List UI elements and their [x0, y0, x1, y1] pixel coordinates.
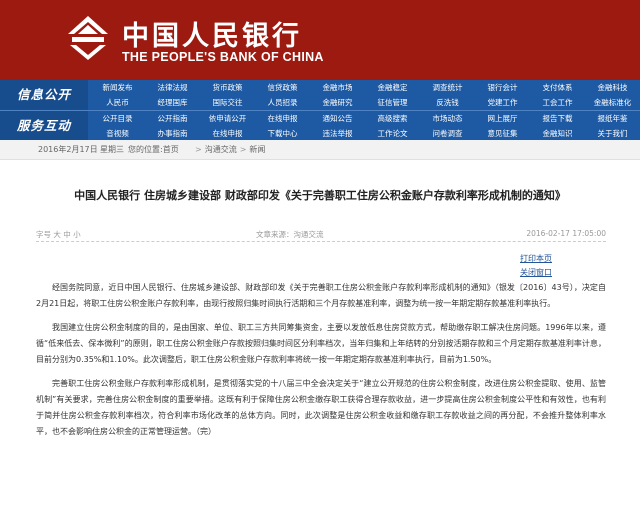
- nav-item[interactable]: 支付体系: [530, 80, 585, 95]
- nav-item[interactable]: 依申请公开: [200, 111, 255, 126]
- breadcrumb-separator: >: [195, 145, 202, 154]
- breadcrumb-separator: >: [239, 145, 247, 154]
- current-date: 2016年2月17日: [38, 145, 98, 154]
- nav-item[interactable]: 公开指南: [145, 111, 200, 126]
- site-header: 中国人民银行 THE PEOPLE'S BANK OF CHINA: [0, 0, 640, 80]
- nav-item[interactable]: 违法举报: [310, 126, 365, 141]
- main-nav: 信息公开 新闻发布 法律法规 货币政策 信贷政策 金融市场 金融稳定 调查统计 银行会计 支付体…: [0, 80, 640, 141]
- brand-name-cn[interactable]: 中国人民银行: [122, 14, 302, 53]
- breadcrumb-level2[interactable]: 新闻: [249, 145, 265, 154]
- breadcrumb-home[interactable]: 您的位置:首页: [128, 140, 179, 160]
- nav-item[interactable]: 信贷政策: [255, 80, 310, 95]
- nav-item[interactable]: 金融研究: [310, 95, 365, 110]
- brand-name-en: THE PEOPLE'S BANK OF CHINA: [122, 50, 324, 64]
- nav-item[interactable]: 市场动态: [420, 111, 475, 126]
- nav-item[interactable]: 音视频: [90, 126, 145, 141]
- nav-item[interactable]: 法律法规: [145, 80, 200, 95]
- nav-item[interactable]: 问卷调查: [420, 126, 475, 141]
- breadcrumb: 2016年2月17日 星期三 您的位置:首页 > 沟通交流 > 新闻: [0, 140, 640, 160]
- nav-item[interactable]: 金融标准化: [585, 95, 640, 110]
- nav-item[interactable]: 党建工作: [475, 95, 530, 110]
- font-size-switcher[interactable]: 字号 大 中 小: [36, 229, 81, 240]
- nav-item[interactable]: 金融科技: [585, 80, 640, 95]
- nav-item[interactable]: 经理国库: [145, 95, 200, 110]
- current-weekday: 星期三: [100, 145, 124, 154]
- nav-row-info: 信息公开 新闻发布 法律法规 货币政策 信贷政策 金融市场 金融稳定 调查统计 银行会计 支付体…: [0, 80, 640, 110]
- publish-time: 2016-02-17 17:05:00: [526, 229, 606, 238]
- nav-item[interactable]: 关于我们: [585, 126, 640, 141]
- nav-item[interactable]: 征信管理: [365, 95, 420, 110]
- nav-item[interactable]: 金融知识: [530, 126, 585, 141]
- nav-item[interactable]: 高级搜索: [365, 111, 420, 126]
- article-meta: 字号 大 中 小 文章来源：沟通交流 2016-02-17 17:05:00: [36, 224, 606, 242]
- nav-item[interactable]: 意见征集: [475, 126, 530, 141]
- article-title: 中国人民银行 住房城乡建设部 财政部印发《关于完善职工住房公积金账户存款利率形成…: [74, 189, 566, 202]
- nav-grid: 公开目录 公开指南 依申请公开 在线申报 通知公告 高级搜索 市场动态 网上展厅 报告下载 报纸年…: [90, 111, 640, 141]
- article-paragraph: 完善职工住房公积金账户存款利率形成机制，是贯彻落实党的十八届三中全会决定关于“建…: [36, 379, 606, 436]
- nav-row-label: 服务互动: [0, 111, 88, 141]
- breadcrumb-level1[interactable]: 沟通交流: [205, 145, 237, 154]
- nav-item[interactable]: 人员招录: [255, 95, 310, 110]
- nav-row-label: 信息公开: [0, 80, 88, 110]
- nav-item[interactable]: 金融稳定: [365, 80, 420, 95]
- nav-item[interactable]: 调查统计: [420, 80, 475, 95]
- nav-item[interactable]: 在线申报: [200, 126, 255, 141]
- pboc-logo-icon[interactable]: [62, 12, 114, 64]
- print-page-link[interactable]: 打印本页: [520, 252, 552, 266]
- nav-item[interactable]: 下载中心: [255, 126, 310, 141]
- nav-item[interactable]: 银行会计: [475, 80, 530, 95]
- nav-row-service: 服务互动 公开目录 公开指南 依申请公开 在线申报 通知公告 高级搜索 市场动态 网上展厅 报告…: [0, 110, 640, 141]
- nav-item[interactable]: 办事指南: [145, 126, 200, 141]
- nav-item[interactable]: 货币政策: [200, 80, 255, 95]
- article-body: 经国务院同意，近日中国人民银行、住房城乡建设部、财政部印发《关于完善职工住房公积…: [36, 280, 606, 448]
- nav-item[interactable]: 金融市场: [310, 80, 365, 95]
- nav-item[interactable]: 网上展厅: [475, 111, 530, 126]
- nav-item[interactable]: 反洗钱: [420, 95, 475, 110]
- nav-item[interactable]: 在线申报: [255, 111, 310, 126]
- nav-item[interactable]: 新闻发布: [90, 80, 145, 95]
- nav-item[interactable]: 公开目录: [90, 111, 145, 126]
- close-window-link[interactable]: 关闭窗口: [520, 266, 552, 280]
- nav-item[interactable]: 报告下载: [530, 111, 585, 126]
- nav-item[interactable]: 工作论文: [365, 126, 420, 141]
- article-paragraph: 经国务院同意，近日中国人民银行、住房城乡建设部、财政部印发《关于完善职工住房公积…: [36, 283, 606, 308]
- article-tools: 打印本页 关闭窗口: [520, 252, 552, 280]
- nav-item[interactable]: 人民币: [90, 95, 145, 110]
- article-source: 文章来源：沟通交流: [256, 230, 324, 239]
- article-paragraph: 我国建立住房公积金制度的目的，是由国家、单位、职工三方共同筹集资金，主要以发放低…: [36, 323, 606, 364]
- nav-item[interactable]: 工会工作: [530, 95, 585, 110]
- nav-grid: 新闻发布 法律法规 货币政策 信贷政策 金融市场 金融稳定 调查统计 银行会计 支付体系 金融科技…: [90, 80, 640, 110]
- nav-item[interactable]: 国际交往: [200, 95, 255, 110]
- nav-item[interactable]: 报纸年鉴: [585, 111, 640, 126]
- nav-item[interactable]: 通知公告: [310, 111, 365, 126]
